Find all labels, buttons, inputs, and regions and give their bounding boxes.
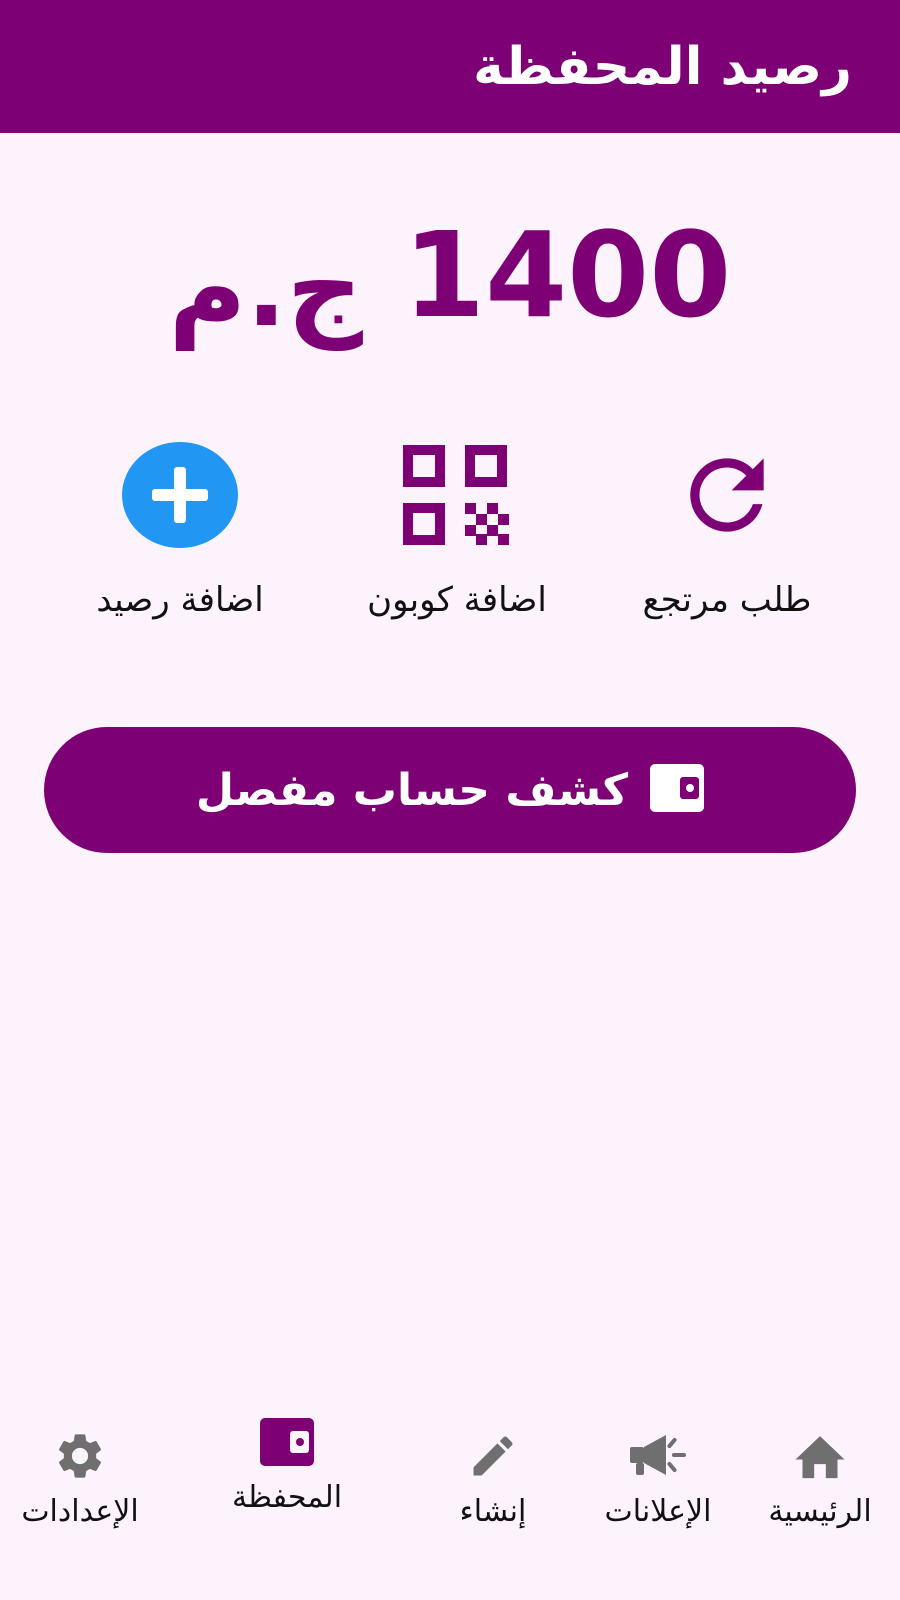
wallet-screen: رصيد المحفظة 1400 ج.م طلب مرتجع اضافة كو…: [0, 0, 900, 1600]
add-balance-button[interactable]: اضافة رصيد: [40, 440, 320, 640]
home-icon: [792, 1428, 848, 1484]
refresh-icon: [667, 440, 787, 550]
nav-label-home: الرئيسية: [768, 1494, 872, 1529]
refund-request-label: طلب مرتجع: [642, 580, 812, 620]
nav-item-home[interactable]: الرئيسية: [730, 1428, 900, 1568]
refund-request-button[interactable]: طلب مرتجع: [587, 440, 867, 640]
nav-item-ads[interactable]: الإعلانات: [568, 1428, 748, 1568]
page-title: رصيد المحفظة: [473, 36, 852, 97]
wallet-actions: طلب مرتجع اضافة كوبون اضافة رصيد: [0, 440, 900, 640]
nav-label-create: إنشاء: [459, 1494, 527, 1529]
add-balance-label: اضافة رصيد: [96, 580, 264, 620]
nav-label-settings: الإعدادات: [21, 1494, 139, 1529]
balance-amount: 1400: [402, 206, 732, 344]
bottom-navigation: الرئيسية الإعلانات إنشاء المحفظة الإعداد…: [0, 1392, 900, 1600]
gear-icon: [53, 1428, 107, 1484]
megaphone-icon: [628, 1428, 688, 1484]
plus-circle-icon: [120, 440, 240, 550]
nav-item-wallet[interactable]: المحفظة: [197, 1414, 377, 1554]
app-bar: رصيد المحفظة: [0, 0, 900, 133]
add-coupon-button[interactable]: اضافة كوبون: [317, 440, 597, 640]
nav-label-ads: الإعلانات: [604, 1494, 712, 1529]
add-coupon-label: اضافة كوبون: [367, 580, 547, 620]
pencil-icon: [467, 1428, 519, 1484]
nav-item-create[interactable]: إنشاء: [403, 1428, 583, 1568]
detailed-statement-button[interactable]: كشف حساب مفصل: [44, 727, 856, 853]
nav-item-settings[interactable]: الإعدادات: [0, 1428, 170, 1568]
detailed-statement-label: كشف حساب مفصل: [195, 764, 629, 816]
balance-currency: ج.م: [168, 227, 363, 350]
nav-label-wallet: المحفظة: [231, 1480, 343, 1515]
wallet-balance: 1400 ج.م: [0, 200, 900, 350]
qr-code-icon: [397, 440, 517, 550]
wallet-icon: [650, 764, 705, 816]
wallet-icon: [260, 1414, 314, 1470]
